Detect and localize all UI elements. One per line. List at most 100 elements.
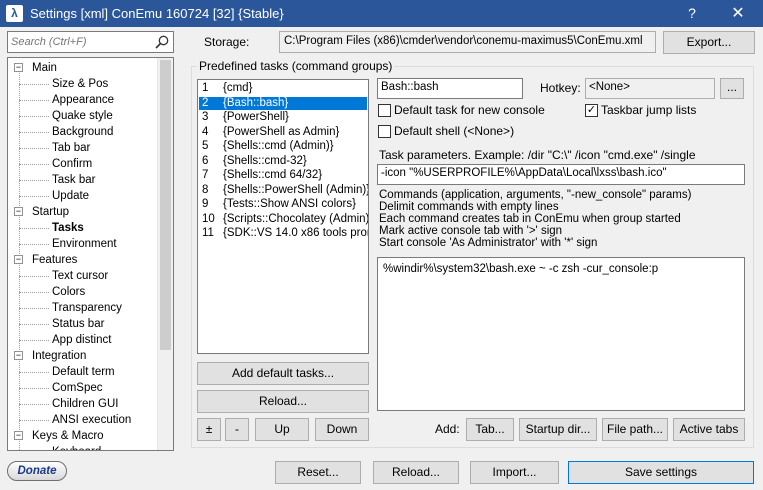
- task-list-item[interactable]: 6 {Shells::cmd-32}: [199, 155, 367, 168]
- default-task-label[interactable]: Default task for new console: [394, 103, 545, 118]
- tree-item[interactable]: Quake style: [52, 108, 113, 124]
- task-list-item[interactable]: 1 {cmd}: [199, 82, 367, 95]
- tree-item[interactable]: Integration: [32, 348, 86, 364]
- default-shell-label[interactable]: Default shell (<None>): [394, 124, 514, 139]
- default-task-checkbox[interactable]: [378, 104, 391, 117]
- task-name: {PowerShell as Admin}: [223, 125, 340, 138]
- save-settings-button[interactable]: Save settings: [568, 461, 754, 484]
- export-button[interactable]: Export...: [663, 31, 755, 54]
- tree-item[interactable]: Keys & Macro: [32, 428, 104, 444]
- task-list[interactable]: 1 {cmd} 2 {Bash::bash} 3 {PowerShell} 4 {PowerS…: [197, 79, 369, 354]
- add-startup-dir-button[interactable]: Startup dir...: [519, 418, 597, 441]
- task-number: 5: [202, 140, 209, 152]
- tree-scrollbar[interactable]: [157, 58, 173, 450]
- add-default-tasks-button[interactable]: Add default tasks...: [197, 362, 369, 385]
- tree-item[interactable]: Keyboard: [52, 444, 101, 450]
- task-list-item[interactable]: 10 {Scripts::Chocolatey (Admin)}: [199, 212, 369, 226]
- hotkey-label: Hotkey:: [540, 81, 581, 95]
- reset-button[interactable]: Reset...: [275, 461, 361, 484]
- hotkey-field[interactable]: <None>: [585, 78, 715, 99]
- tree-scrollbar-thumb[interactable]: [160, 60, 171, 350]
- tree-item[interactable]: Transparency: [52, 300, 122, 316]
- tree-item[interactable]: Confirm: [52, 156, 92, 172]
- remove-task-button[interactable]: -: [225, 418, 249, 441]
- close-button[interactable]: ✕: [718, 0, 758, 27]
- taskbar-jump-lists-label[interactable]: Taskbar jump lists: [601, 103, 696, 118]
- help-line: Delimit commands with empty lines: [379, 201, 559, 213]
- tree-item[interactable]: Main: [32, 60, 57, 76]
- tree-expander-icon[interactable]: −: [14, 351, 23, 360]
- add-active-tabs-button[interactable]: Active tabs: [673, 418, 745, 441]
- move-down-button[interactable]: Down: [315, 418, 369, 441]
- task-number: 10: [202, 212, 215, 225]
- task-list-item[interactable]: 9 {Tests::Show ANSI colors}: [199, 198, 367, 211]
- search-icon[interactable]: [154, 34, 170, 50]
- tree-item[interactable]: Task bar: [52, 172, 95, 188]
- tree-expander-icon[interactable]: −: [14, 207, 23, 216]
- tree-item[interactable]: Startup: [32, 204, 69, 220]
- task-number: 6: [202, 154, 209, 167]
- task-number: 1: [202, 82, 209, 94]
- task-number: 2: [202, 96, 209, 109]
- task-name: {Shells::PowerShell (Admin)}: [223, 183, 369, 196]
- task-list-item[interactable]: 5 {Shells::cmd (Admin)}: [199, 140, 367, 153]
- task-name: {Shells::cmd (Admin)}: [223, 140, 334, 152]
- task-name-input[interactable]: Bash::bash: [377, 78, 523, 99]
- task-list-item[interactable]: 7 {Shells::cmd 64/32}: [199, 169, 367, 182]
- tree-item[interactable]: App distinct: [52, 332, 111, 348]
- help-button[interactable]: ?: [672, 0, 712, 27]
- tree-item[interactable]: Appearance: [52, 92, 114, 108]
- search-input[interactable]: [11, 35, 151, 49]
- add-tab-button[interactable]: Tab...: [466, 418, 514, 441]
- move-up-button[interactable]: Up: [255, 418, 309, 441]
- tree-item[interactable]: Colors: [52, 284, 85, 300]
- tree-item[interactable]: Default term: [52, 364, 115, 380]
- hotkey-browse-button[interactable]: ...: [720, 78, 744, 99]
- commands-help: Commands (application, arguments, "-new_…: [379, 189, 691, 249]
- tree-item[interactable]: Environment: [52, 236, 117, 252]
- task-parameters-input[interactable]: -icon "%USERPROFILE%\AppData\Local\lxss\…: [377, 164, 745, 185]
- task-name: {Shells::cmd 64/32}: [223, 169, 323, 181]
- window-title: Settings [xml] ConEmu 160724 [32] {Stabl…: [30, 6, 284, 21]
- tree-item[interactable]: Tab bar: [52, 140, 90, 156]
- title-bar[interactable]: λ Settings [xml] ConEmu 160724 [32] {Sta…: [0, 0, 763, 27]
- tree-item[interactable]: Background: [52, 124, 113, 140]
- task-list-item[interactable]: 11 {SDK::VS 14.0 x86 tools prompt}: [199, 227, 368, 240]
- task-list-item[interactable]: 3 {PowerShell}: [199, 111, 367, 124]
- storage-path-field[interactable]: C:\Program Files (x86)\cmder\vendor\cone…: [279, 31, 656, 53]
- task-list-item[interactable]: 2 {Bash::bash}: [199, 96, 367, 110]
- tree-item[interactable]: ComSpec: [52, 380, 103, 396]
- help-line: Each command creates tab in ConEmu when …: [379, 213, 681, 225]
- tree-item[interactable]: Children GUI: [52, 396, 118, 412]
- taskbar-jump-lists-checkbox[interactable]: ✓: [585, 104, 598, 117]
- default-shell-checkbox[interactable]: [378, 125, 391, 138]
- tree-item[interactable]: Size & Pos: [52, 76, 108, 92]
- add-file-path-button[interactable]: File path...: [602, 418, 668, 441]
- tree-expander-icon[interactable]: −: [14, 63, 23, 72]
- task-number: 11: [202, 227, 214, 239]
- task-list-item[interactable]: 4 {PowerShell as Admin}: [199, 126, 367, 139]
- tree-item[interactable]: Status bar: [52, 316, 104, 332]
- tree-expander-icon[interactable]: −: [14, 255, 23, 264]
- donate-button[interactable]: Donate: [7, 461, 67, 481]
- reload-button[interactable]: Reload...: [373, 461, 459, 484]
- tree-expander-icon[interactable]: −: [14, 431, 23, 440]
- tree-item[interactable]: Text cursor: [52, 268, 108, 284]
- search-box[interactable]: [7, 31, 174, 53]
- settings-tree[interactable]: − Main Size & Pos Appearance Quake style Back…: [7, 57, 174, 451]
- tree-item[interactable]: Features: [32, 252, 77, 268]
- conemu-app-icon[interactable]: λ: [6, 5, 23, 22]
- task-number: 4: [202, 125, 209, 138]
- import-button[interactable]: Import...: [470, 461, 559, 484]
- task-name: {PowerShell}: [223, 111, 289, 123]
- tree-item[interactable]: ANSI execution: [52, 412, 131, 428]
- tree-item[interactable]: Tasks: [52, 220, 84, 236]
- reload-tasks-button[interactable]: Reload...: [197, 390, 369, 413]
- add-task-button[interactable]: ±: [197, 418, 221, 441]
- tree-item[interactable]: Update: [52, 188, 89, 204]
- commands-textarea[interactable]: %windir%\system32\bash.exe ~ -c zsh -cur…: [377, 257, 745, 411]
- task-number: 8: [202, 183, 209, 196]
- help-line: Mark active console tab with '>' sign: [379, 225, 563, 237]
- task-list-item[interactable]: 8 {Shells::PowerShell (Admin)}: [199, 183, 369, 197]
- task-name: {Scripts::Chocolatey (Admin)}: [223, 212, 369, 225]
